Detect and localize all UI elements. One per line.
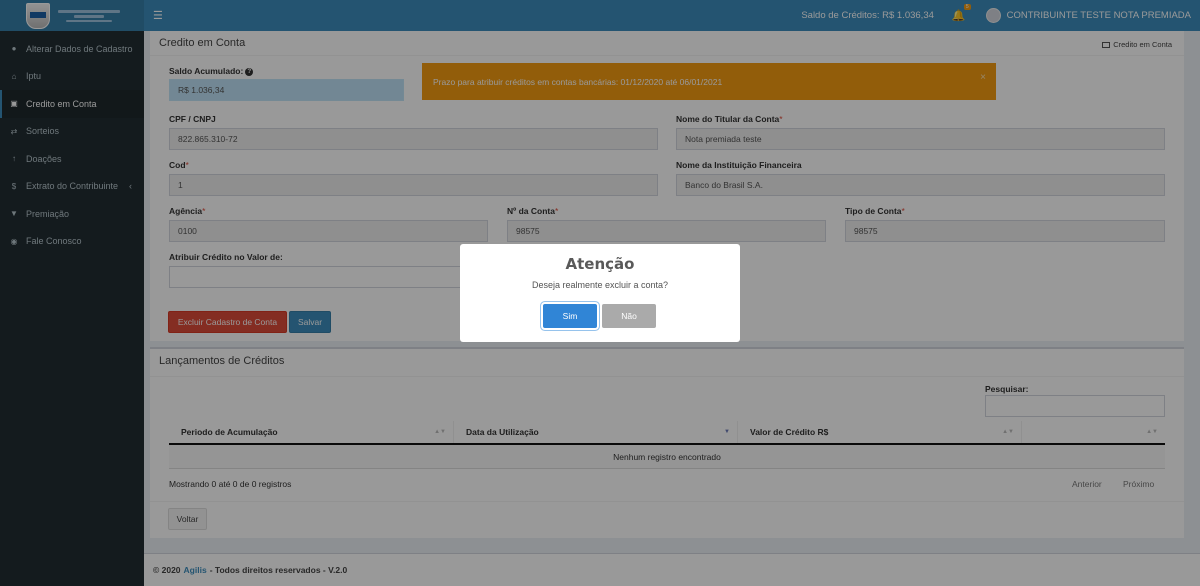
confirm-button[interactable]: Sim [543, 304, 597, 328]
dialog-message: Deseja realmente excluir a conta? [531, 280, 669, 290]
cancel-button[interactable]: Não [602, 304, 656, 328]
confirm-dialog: Atenção Deseja realmente excluir a conta… [460, 244, 740, 342]
dialog-title: Atenção [565, 255, 635, 273]
